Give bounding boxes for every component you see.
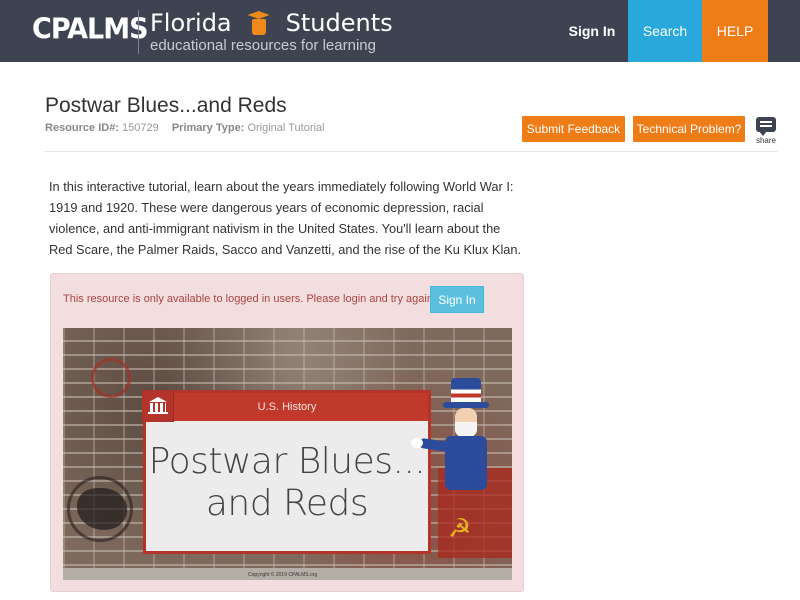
nav-signin-link[interactable]: Sign In	[557, 0, 627, 62]
site-header: CPALMS Florida Students educational reso…	[0, 0, 800, 62]
share-label: share	[755, 136, 776, 145]
nav-help-button[interactable]: HELP	[702, 0, 768, 62]
graffiti-emblem	[91, 358, 131, 398]
preview-copyright: Copyright © 2019 CPALMS.org	[248, 572, 318, 578]
title-divider	[44, 151, 778, 152]
page-title: Postwar Blues...and Reds	[45, 94, 287, 117]
technical-problem-button[interactable]: Technical Problem?	[633, 116, 745, 142]
preview-title: Postwar Blues... and Reds	[146, 441, 428, 525]
brand-florida: Florida	[150, 9, 232, 37]
brand-subtitle: educational resources for learning	[150, 37, 376, 54]
graduation-cap-icon	[246, 9, 272, 37]
tutorial-preview-image[interactable]: ☭ U.S. History Postwar Blues... and Reds…	[63, 328, 512, 580]
nav-search-button[interactable]: Search	[628, 0, 702, 62]
login-required-alert: This resource is only available to logge…	[50, 273, 524, 592]
alert-signin-button[interactable]: Sign In	[430, 286, 484, 313]
preview-title-line2: and Reds	[205, 483, 369, 524]
primary-type-value: Original Tutorial	[247, 122, 325, 134]
hammer-sickle-icon: ☭	[448, 513, 472, 543]
resource-meta: Resource ID#: 150729 Primary Type: Origi…	[45, 122, 325, 134]
primary-type-label: Primary Type:	[171, 122, 245, 134]
resource-id-label: Resource ID#:	[45, 122, 119, 134]
brand-students: Students	[285, 9, 393, 37]
institution-icon	[142, 390, 174, 422]
logo-divider	[138, 10, 139, 54]
brand-title[interactable]: Florida Students	[150, 8, 393, 38]
submit-feedback-button[interactable]: Submit Feedback	[522, 116, 625, 142]
resource-id-value: 150729	[122, 122, 159, 134]
resource-description: In this interactive tutorial, learn abou…	[49, 179, 522, 257]
uncle-sam-figure	[411, 378, 511, 498]
title-card: U.S. History Postwar Blues... and Reds	[142, 390, 431, 554]
share-button[interactable]: share	[754, 115, 778, 147]
cpalms-logo[interactable]: CPALMS	[32, 13, 149, 46]
preview-title-line1: Postwar Blues...	[148, 441, 426, 482]
subject-banner: U.S. History	[146, 393, 428, 421]
comment-icon	[756, 117, 776, 132]
alert-message: This resource is only available to logge…	[63, 293, 436, 305]
